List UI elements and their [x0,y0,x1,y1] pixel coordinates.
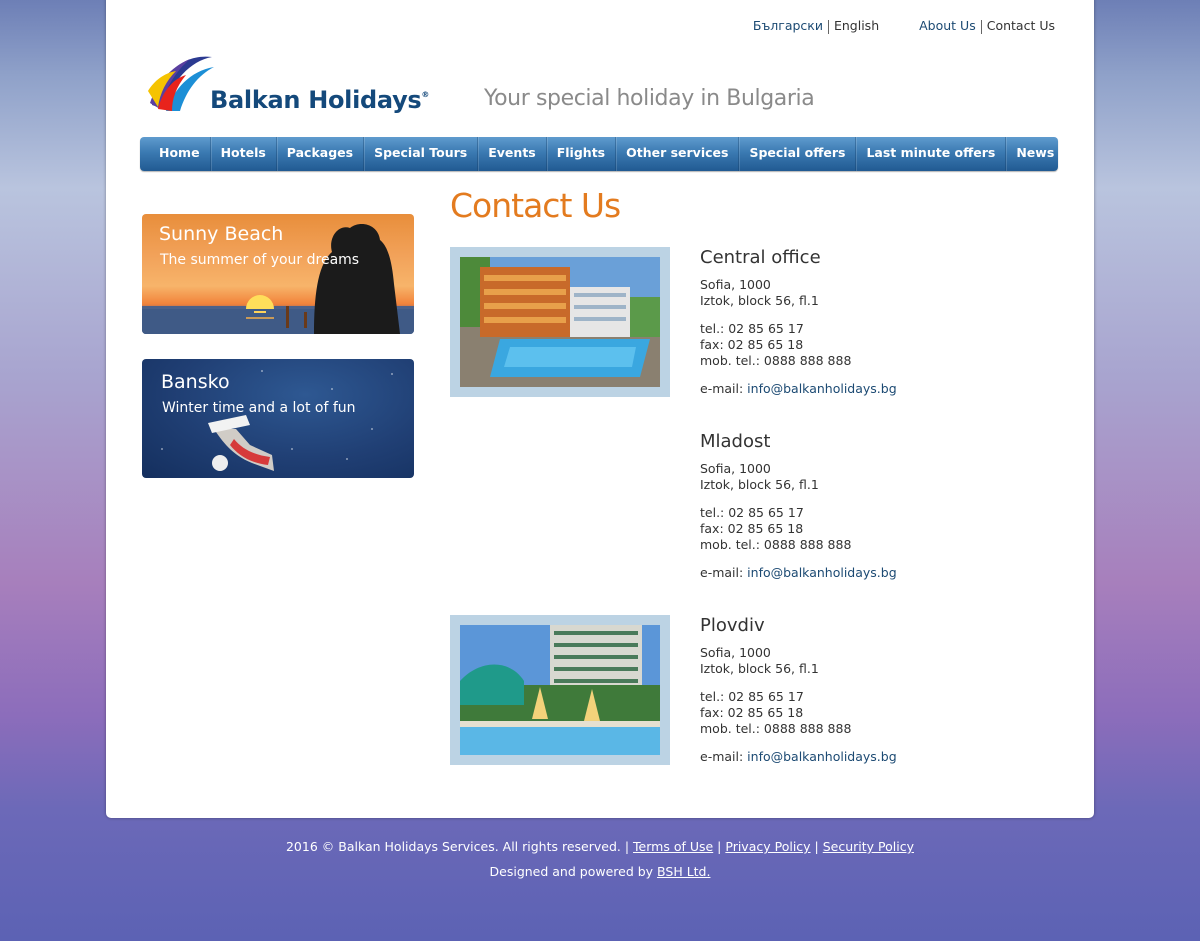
about-us-link[interactable]: About Us [919,18,976,33]
banner-subtitle: Winter time and a lot of fun [162,400,356,416]
main-nav: Home Hotels Packages Special Tours Event… [140,137,1058,171]
bsh-link[interactable]: BSH Ltd. [657,864,710,879]
footer-separator: | [713,839,726,854]
office-address: Iztok, block 56, fl.1 [700,477,819,492]
email-link[interactable]: info@balkanholidays.bg [747,565,896,580]
top-links: Български English About Us Contact Us [748,18,1060,34]
office-fax: fax: 02 85 65 18 [700,521,804,536]
hotel-pool-image [460,257,660,387]
contact-us-link[interactable]: Contact Us [982,18,1060,33]
site-logo[interactable]: Balkan Holidays® [146,45,466,117]
security-link[interactable]: Security Policy [823,839,914,854]
office-photo [450,615,670,765]
office-mobile: mob. tel.: 0888 888 888 [700,721,852,736]
office-tel: tel.: 02 85 65 17 [700,505,804,520]
banner-bansko[interactable]: Bansko Winter time and a lot of fun [142,359,414,478]
office-mobile: mob. tel.: 0888 888 888 [700,537,852,552]
office-city: Sofia, 1000 [700,461,771,476]
page-title: Contact Us [450,186,621,225]
designed-by-text: Designed and powered by [489,864,658,879]
terms-link[interactable]: Terms of Use [633,839,713,854]
office-name: Central office [700,247,821,268]
email-link[interactable]: info@balkanholidays.bg [747,749,896,764]
hotel-tower-image [460,625,660,755]
office-mobile: mob. tel.: 0888 888 888 [700,353,852,368]
nav-item-home[interactable]: Home [149,137,211,171]
office-block: Central office Sofia, 1000 Iztok, block 5… [700,247,1000,409]
lang-english-link[interactable]: English [829,18,884,33]
email-link[interactable]: info@balkanholidays.bg [747,381,896,396]
logo-brand-text: Balkan Holidays® [210,86,430,114]
office-tel: tel.: 02 85 65 17 [700,321,804,336]
copyright-text: 2016 © Balkan Holidays Services. All rig… [285,839,634,854]
office-fax: fax: 02 85 65 18 [700,705,804,720]
email-label: e-mail: [700,749,748,764]
nav-item-flights[interactable]: Flights [547,137,617,171]
office-city: Sofia, 1000 [700,277,771,292]
site-footer: 2016 © Balkan Holidays Services. All rig… [0,838,1200,881]
office-city: Sofia, 1000 [700,645,771,660]
office-address: Iztok, block 56, fl.1 [700,661,819,676]
page-container: Български English About Us Contact Us Balka… [106,0,1094,818]
nav-item-events[interactable]: Events [478,137,547,171]
banner-sunny-beach[interactable]: Sunny Beach The summer of your dreams [142,214,414,334]
banner-subtitle: The summer of your dreams [160,252,360,268]
footer-separator: | [810,839,823,854]
nav-item-special-tours[interactable]: Special Tours [364,137,479,171]
banner-title: Bansko [161,371,230,393]
nav-item-last-minute-offers[interactable]: Last minute offers [856,137,1007,171]
office-name: Mladost [700,431,771,452]
logo-fan-icon [148,56,214,111]
nav-item-hotels[interactable]: Hotels [211,137,277,171]
site-tagline: Your special holiday in Bulgaria [484,86,815,111]
nav-item-packages[interactable]: Packages [277,137,365,171]
privacy-link[interactable]: Privacy Policy [725,839,810,854]
office-block: Mladost Sofia, 1000 Iztok, block 56, fl.1… [700,431,1000,593]
office-name: Plovdiv [700,615,765,636]
nav-item-special-offers[interactable]: Special offers [739,137,857,171]
office-photo [450,247,670,397]
email-label: e-mail: [700,565,748,580]
lang-bulgarian-link[interactable]: Български [753,18,823,33]
email-label: e-mail: [700,381,748,396]
office-address: Iztok, block 56, fl.1 [700,293,819,308]
banner-title: Sunny Beach [159,223,284,245]
office-fax: fax: 02 85 65 18 [700,337,804,352]
office-tel: tel.: 02 85 65 17 [700,689,804,704]
nav-item-other-services[interactable]: Other services [616,137,740,171]
nav-item-news[interactable]: News [1006,137,1064,171]
office-block: Plovdiv Sofia, 1000 Iztok, block 56, fl.1… [700,615,1000,777]
